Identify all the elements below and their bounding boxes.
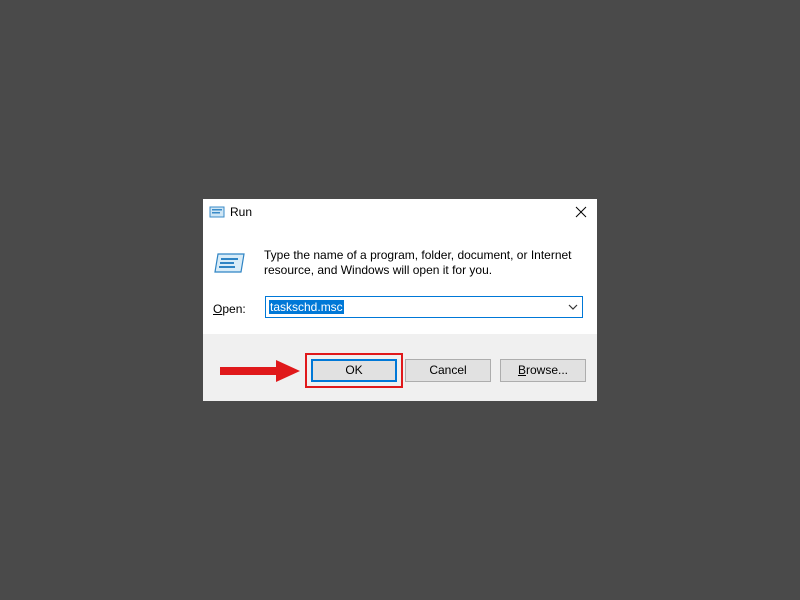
open-combobox[interactable]: taskschd.msc (265, 296, 583, 318)
run-icon (214, 253, 245, 273)
open-label-mnemonic: O (213, 302, 223, 316)
window-title: Run (230, 205, 253, 219)
close-icon[interactable] (571, 202, 591, 222)
chevron-down-icon[interactable] (567, 302, 579, 312)
dialog-content: Type the name of a program, folder, docu… (203, 226, 597, 334)
cancel-button[interactable]: Cancel (405, 359, 491, 382)
open-label: Open: (213, 302, 246, 316)
red-arrow-icon (220, 360, 300, 382)
open-label-text: pen: (222, 302, 246, 316)
command-input[interactable]: taskschd.msc (269, 300, 344, 314)
browse-mnemonic: B (517, 363, 526, 377)
browse-label: rowse... (526, 363, 569, 377)
run-icon (209, 206, 225, 218)
title-bar: Run (203, 199, 597, 226)
dialog-description: Type the name of a program, folder, docu… (264, 248, 572, 277)
ok-highlight-box (305, 353, 403, 388)
browse-button[interactable]: Browse... (500, 359, 586, 382)
desktop-background: Run Type the name of a program, folder, … (0, 0, 800, 600)
